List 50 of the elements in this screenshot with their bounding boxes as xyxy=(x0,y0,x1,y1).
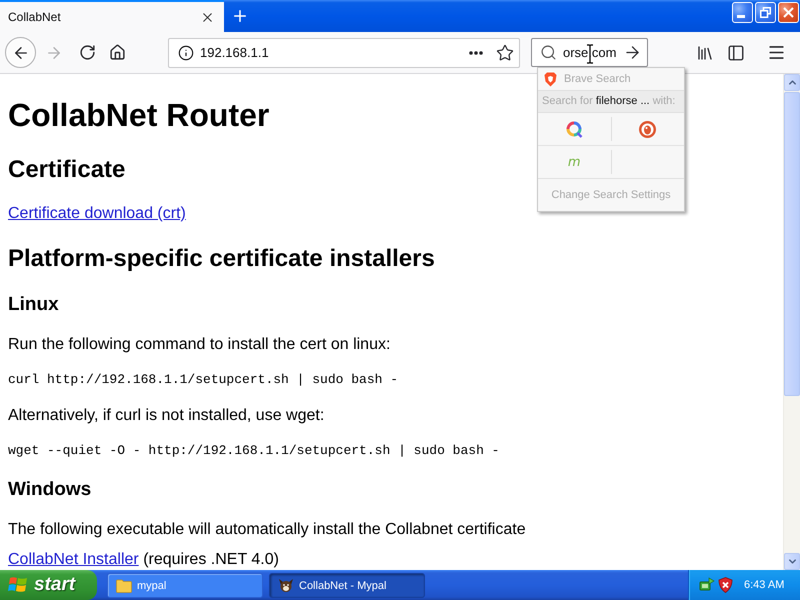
restore-button[interactable] xyxy=(755,2,776,23)
taskbar-button[interactable]: CollabNet - Mypal xyxy=(269,573,425,598)
home-icon xyxy=(108,44,126,61)
section-heading: Certificate xyxy=(8,155,126,185)
clock: 6:43 AM xyxy=(744,579,784,591)
close-icon xyxy=(783,7,794,18)
menu-icon xyxy=(766,43,786,62)
address-field[interactable]: 192.168.1.1 xyxy=(168,38,520,68)
section-heading: Platform-specific certificate installers xyxy=(8,244,435,274)
reload-icon xyxy=(78,44,96,61)
paragraph: CollabNet Installer (requires .NET 4.0) xyxy=(8,551,279,569)
paragraph: Run the following command to install the cert on linux: xyxy=(8,335,390,355)
shield-icon[interactable] xyxy=(718,577,733,593)
info-icon xyxy=(178,44,194,60)
folder-icon xyxy=(116,578,132,592)
code-line: curl http://192.168.1.1/setupcert.sh | sudo bash - xyxy=(8,372,398,388)
search-prompt: Search for filehorse ... with: xyxy=(538,90,684,113)
scroll-up-button[interactable] xyxy=(784,74,800,91)
subsection-heading: Windows xyxy=(8,478,92,502)
search-icon xyxy=(540,44,557,61)
start-button[interactable]: start xyxy=(0,570,97,600)
disc-logo-icon xyxy=(639,120,656,138)
network-icon[interactable] xyxy=(699,577,715,593)
plus-icon xyxy=(231,7,249,25)
taskbar-button[interactable]: mypal xyxy=(107,573,263,598)
page-title: CollabNet Router xyxy=(8,96,270,135)
paragraph: The following executable will automatically install the Collabnet certificate xyxy=(8,520,526,540)
more-icon xyxy=(469,50,483,54)
link[interactable]: CollabNet Installer xyxy=(8,551,139,568)
restore-icon xyxy=(760,7,771,18)
paragraph: Alternatively, if curl is not installed, use wget: xyxy=(8,406,324,426)
code-line: wget --quiet -O - http://192.168.1.1/setupcert.sh | sudo bash - xyxy=(8,443,500,459)
animal-head-icon xyxy=(278,578,294,593)
scrollbar-track[interactable] xyxy=(783,74,800,570)
minimize-button[interactable] xyxy=(732,2,753,23)
shield-logo-icon xyxy=(544,72,557,86)
scrollbar-thumb[interactable] xyxy=(784,92,800,396)
close-window-button[interactable] xyxy=(778,2,799,23)
flag-icon xyxy=(8,576,28,594)
minimize-icon xyxy=(737,15,745,18)
browser-tab[interactable]: CollabNet xyxy=(0,0,224,32)
scroll-down-button[interactable] xyxy=(784,553,800,570)
star-icon xyxy=(496,44,514,62)
link[interactable]: Certificate download (crt) xyxy=(8,204,186,224)
back-button[interactable] xyxy=(5,37,36,68)
sidebar-icon xyxy=(727,44,745,62)
search-engine-name: Brave Search xyxy=(564,73,631,85)
subsection-heading: Linux xyxy=(8,293,59,317)
library-icon xyxy=(696,44,714,62)
ring-logo-icon xyxy=(566,120,583,138)
